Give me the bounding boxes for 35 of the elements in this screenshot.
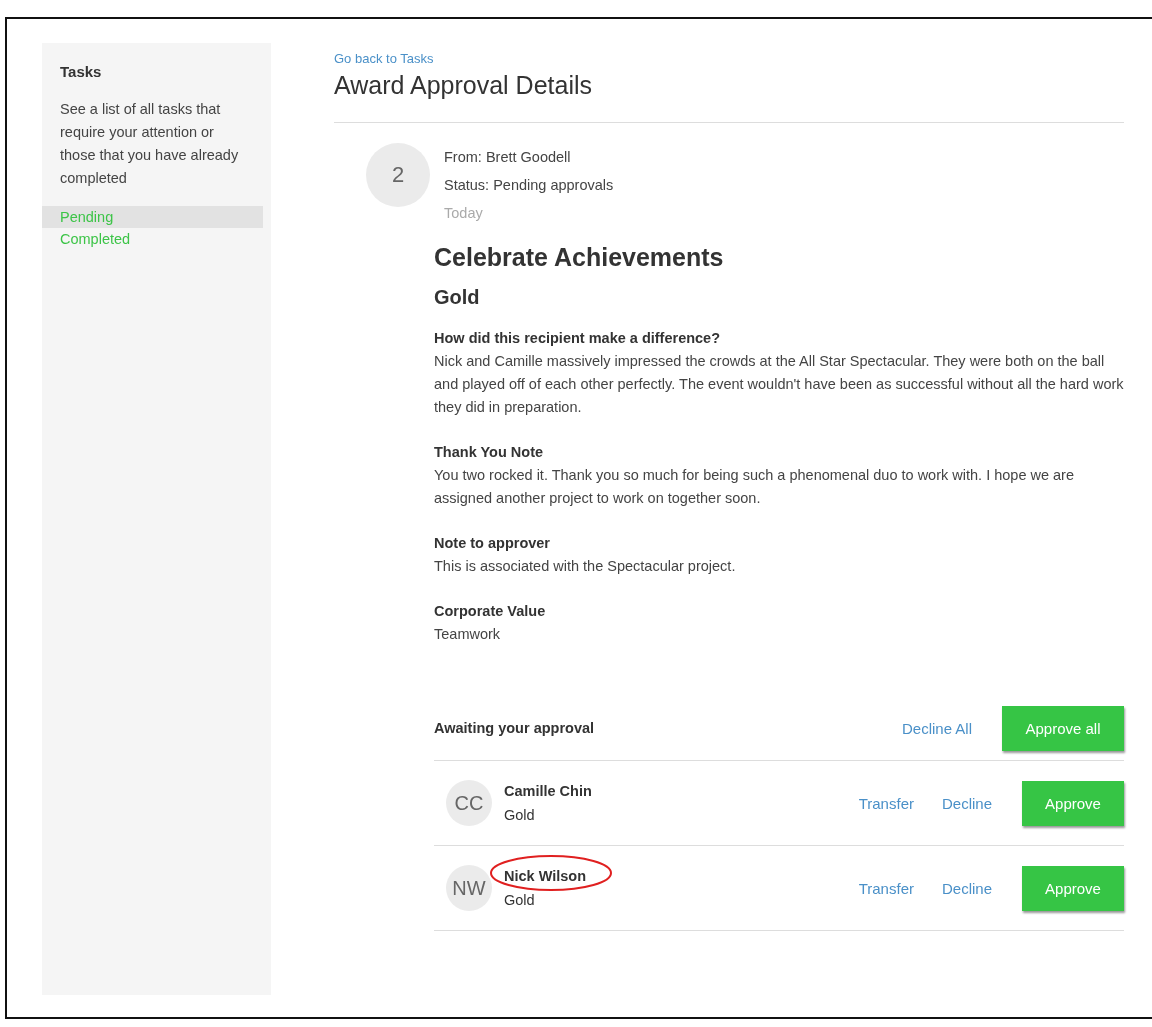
decline-link[interactable]: Decline <box>941 794 992 812</box>
sidebar-description: See a list of all tasks that require your attention or those that you have already completed <box>60 100 240 188</box>
avatar-initials: NW <box>446 865 492 911</box>
from-text: From: Brett Goodell <box>444 148 572 167</box>
page-title: Award Approval Details <box>334 71 593 100</box>
approve-all-button[interactable]: Approve all <box>1002 705 1124 751</box>
section-heading: How did this recipient make a difference? <box>434 329 722 348</box>
section-heading: Thank You Note <box>434 443 545 462</box>
sidebar-title: Tasks <box>60 63 103 80</box>
decline-link[interactable]: Decline <box>941 879 992 897</box>
program-title: Celebrate Achievements <box>434 243 725 272</box>
date-text: Today <box>444 204 484 223</box>
sidebar-item[interactable]: Pending <box>42 206 263 228</box>
decline-all-link[interactable]: Decline All <box>901 719 972 737</box>
section-text: You two rocked it. Thank you so much for being such a phenomenal duo to work with. I hope we are assigned another project to work on together soon. <box>434 466 1075 508</box>
award-level: Gold <box>434 286 481 309</box>
section-text: Teamwork <box>434 625 502 644</box>
approval-label: Awaiting your approval <box>434 720 596 736</box>
transfer-link[interactable]: Transfer <box>858 794 914 812</box>
recipient-name: Nick Wilson <box>504 867 587 886</box>
approve-button[interactable]: Approve <box>1022 865 1124 911</box>
sidebar-item[interactable]: Completed <box>42 228 263 250</box>
count-badge: 2 <box>366 143 430 207</box>
recipient-level: Gold <box>504 806 536 825</box>
section-heading: Corporate Value <box>434 602 547 621</box>
section-text: This is associated with the Spectacular project. <box>434 557 737 576</box>
section-text: Nick and Camille massively impressed the crowds at the All Star Spectacular. They were both on the ball and played off of each other perfectly. The event wouldn't have been as successful without all the hard work they did in preparation. <box>434 352 1124 417</box>
transfer-link[interactable]: Transfer <box>858 879 914 897</box>
recipient-level: Gold <box>504 891 536 910</box>
back-link[interactable]: Go back to Tasks <box>334 51 434 66</box>
recipient-name: Camille Chin <box>504 782 592 801</box>
status-text: Status: Pending approvals <box>444 176 614 195</box>
avatar-initials: CC <box>446 780 492 826</box>
section-heading: Note to approver <box>434 534 551 553</box>
approve-button[interactable]: Approve <box>1022 780 1124 826</box>
